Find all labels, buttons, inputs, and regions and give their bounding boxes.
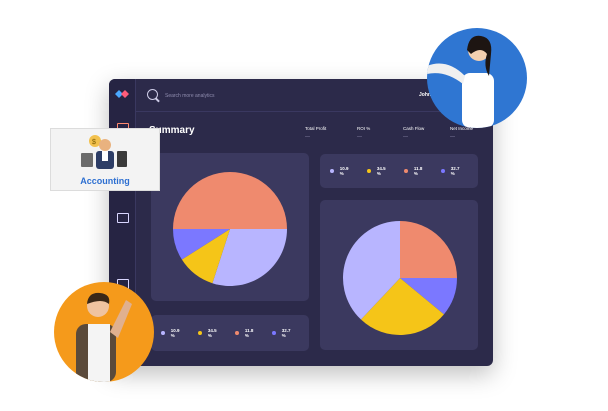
legend-item: 10.9 % <box>161 328 184 338</box>
legend-top: 10.9 % 34.5 % 11.8 % 32.7 % <box>330 154 478 188</box>
accounting-card: $ Accounting <box>50 128 160 191</box>
man-avatar <box>54 282 154 382</box>
legend-label: 32.7 % <box>450 166 460 176</box>
legend-item: 10.9 % <box>330 166 353 176</box>
legend-label: 34.5 % <box>376 166 386 176</box>
pie-chart-card-1 <box>151 153 309 301</box>
woman-figure <box>427 35 494 128</box>
legend-item: 11.8 % <box>404 166 427 176</box>
stat-label: Total Profit <box>305 126 327 131</box>
stat-cash-flow: Cash Flow — <box>403 126 424 140</box>
stat-label: Cash Flow <box>403 126 425 131</box>
stat-value: — <box>357 134 362 140</box>
app-logo <box>115 90 129 98</box>
accounting-illustration: $ <box>81 135 127 169</box>
dashboard-window: John Summary Total Profit — ROI % — Cash… <box>109 79 493 366</box>
legend-dot <box>404 169 408 173</box>
stat-value: — <box>305 134 310 140</box>
legend-dot <box>367 169 371 173</box>
search-icon[interactable] <box>147 89 158 100</box>
legend-label: 11.8 % <box>244 328 254 338</box>
legend-label: 32.7 % <box>281 328 291 338</box>
pie-chart-1 <box>173 172 287 286</box>
legend-dot <box>235 331 239 335</box>
pie-slice <box>400 221 457 278</box>
legend-item: 34.5 % <box>367 166 390 176</box>
pie-chart-card-2 <box>320 200 478 350</box>
stat-value: — <box>403 134 408 140</box>
mail-icon[interactable] <box>117 213 129 223</box>
legend-label: 11.8 % <box>413 166 423 176</box>
legend-dot <box>161 331 165 335</box>
pie-slice <box>173 172 287 229</box>
svg-text:$: $ <box>92 139 96 146</box>
woman-avatar <box>427 28 527 128</box>
legend-bottom: 10.9 % 34.5 % 11.8 % 32.7 % <box>161 315 309 351</box>
legend-card-bottom: 10.9 % 34.5 % 11.8 % 32.7 % <box>151 315 309 351</box>
legend-item: 34.5 % <box>198 328 221 338</box>
pie-chart-2 <box>343 221 457 335</box>
legend-label: 10.9 % <box>170 328 180 338</box>
legend-item: 32.7 % <box>440 166 464 176</box>
stat-value: — <box>450 134 455 140</box>
legend-label: 10.9 % <box>339 166 349 176</box>
legend-label: 34.5 % <box>207 328 217 338</box>
search-input[interactable] <box>163 88 317 104</box>
legend-item: 32.7 % <box>271 328 295 338</box>
accounting-label: Accounting <box>80 176 130 186</box>
stat-net-income: Net Income — <box>450 126 473 140</box>
legend-card-top: 10.9 % 34.5 % 11.8 % 32.7 % <box>320 154 478 188</box>
legend-item: 11.8 % <box>235 328 258 338</box>
stat-label: ROI % <box>357 126 371 131</box>
legend-dot <box>198 331 202 335</box>
legend-dot <box>271 331 276 335</box>
stat-total-profit: Total Profit — <box>305 126 326 140</box>
man-figure <box>76 292 132 382</box>
stat-roi: ROI % — <box>357 126 370 140</box>
legend-dot <box>330 169 334 173</box>
legend-dot <box>440 169 445 173</box>
